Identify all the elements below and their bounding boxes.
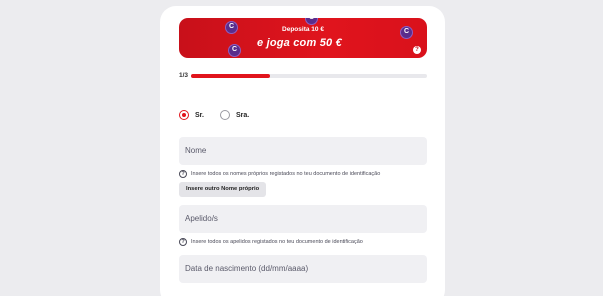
- coin-icon: C: [305, 18, 318, 25]
- help-icon: ?: [179, 238, 187, 246]
- info-icon[interactable]: ?: [413, 46, 421, 54]
- promo-main-text: e joga com 50 €: [257, 37, 342, 49]
- help-icon: ?: [179, 170, 187, 178]
- birthdate-input[interactable]: Data de nascimento (dd/mm/aaaa): [179, 255, 427, 283]
- progress-bar: [191, 74, 427, 78]
- step-indicator: 1/3: [179, 72, 189, 79]
- first-name-hint-text: Insere todos os nomes próprios registado…: [191, 171, 381, 177]
- first-name-hint: ? Insere todos os nomes próprios regista…: [179, 170, 380, 178]
- surname-input[interactable]: Apelido/s: [179, 205, 427, 233]
- promo-banner[interactable]: C C C C Deposita 10 € e joga com 50 € ?: [179, 18, 427, 58]
- registration-card: C C C C Deposita 10 € e joga com 50 € ? …: [160, 6, 445, 296]
- surname-hint: ? Insere todos os apelidos registados no…: [179, 238, 363, 246]
- radio-label-sra: Sra.: [235, 111, 250, 119]
- add-first-name-button[interactable]: Insere outro Nome próprio: [179, 182, 267, 197]
- promo-deposit-text: Deposita 10 €: [282, 26, 324, 33]
- first-name-input[interactable]: Nome: [179, 137, 427, 165]
- coin-icon: C: [228, 44, 241, 57]
- radio-sr[interactable]: [179, 110, 189, 120]
- title-radio-group: Sr. Sra.: [179, 110, 265, 120]
- radio-label-sr: Sr.: [195, 111, 204, 119]
- progress-fill: [191, 74, 270, 78]
- surname-hint-text: Insere todos os apelidos registados no t…: [191, 239, 363, 245]
- radio-sra[interactable]: [219, 110, 230, 120]
